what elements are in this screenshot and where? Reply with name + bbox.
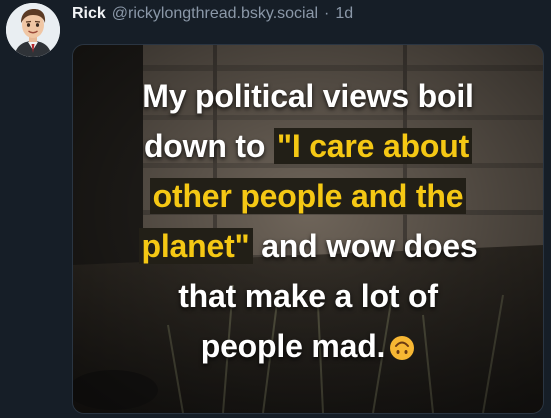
separator: ·	[324, 5, 330, 22]
caption-line: other people and the	[73, 171, 543, 221]
caption-line: people mad.	[73, 321, 543, 371]
caption-line: down to "I care about	[73, 121, 543, 171]
avatar-image	[6, 3, 60, 57]
post-timestamp[interactable]: 1d	[335, 5, 353, 23]
caption-highlight-segment: planet"	[138, 228, 253, 264]
author-display-name[interactable]: Rick	[72, 5, 106, 23]
upside-down-face-icon	[390, 336, 415, 360]
caption-segment: that make a lot of	[178, 278, 438, 314]
caption-segment: down to	[143, 128, 274, 164]
post-image[interactable]: My political views boil down to "I care a…	[72, 44, 544, 414]
avatar[interactable]	[6, 3, 60, 57]
author-handle[interactable]: @rickylongthread.bsky.social	[112, 5, 318, 23]
post-header: Rick @rickylongthread.bsky.social · 1d	[72, 5, 353, 29]
caption-highlight-segment: other people and the	[149, 178, 467, 214]
caption-highlight-segment: "I care about	[273, 128, 473, 164]
caption-line: planet" and wow does	[73, 221, 543, 271]
caption-segment: and wow does	[252, 228, 478, 264]
caption-line: My political views boil	[73, 71, 543, 121]
image-caption-text: My political views boil down to "I care a…	[73, 71, 543, 371]
post: Rick @rickylongthread.bsky.social · 1d M…	[0, 0, 551, 418]
caption-line: that make a lot of	[73, 271, 543, 321]
caption-segment: people mad.	[200, 328, 386, 364]
caption-segment: My political views boil	[142, 78, 474, 114]
